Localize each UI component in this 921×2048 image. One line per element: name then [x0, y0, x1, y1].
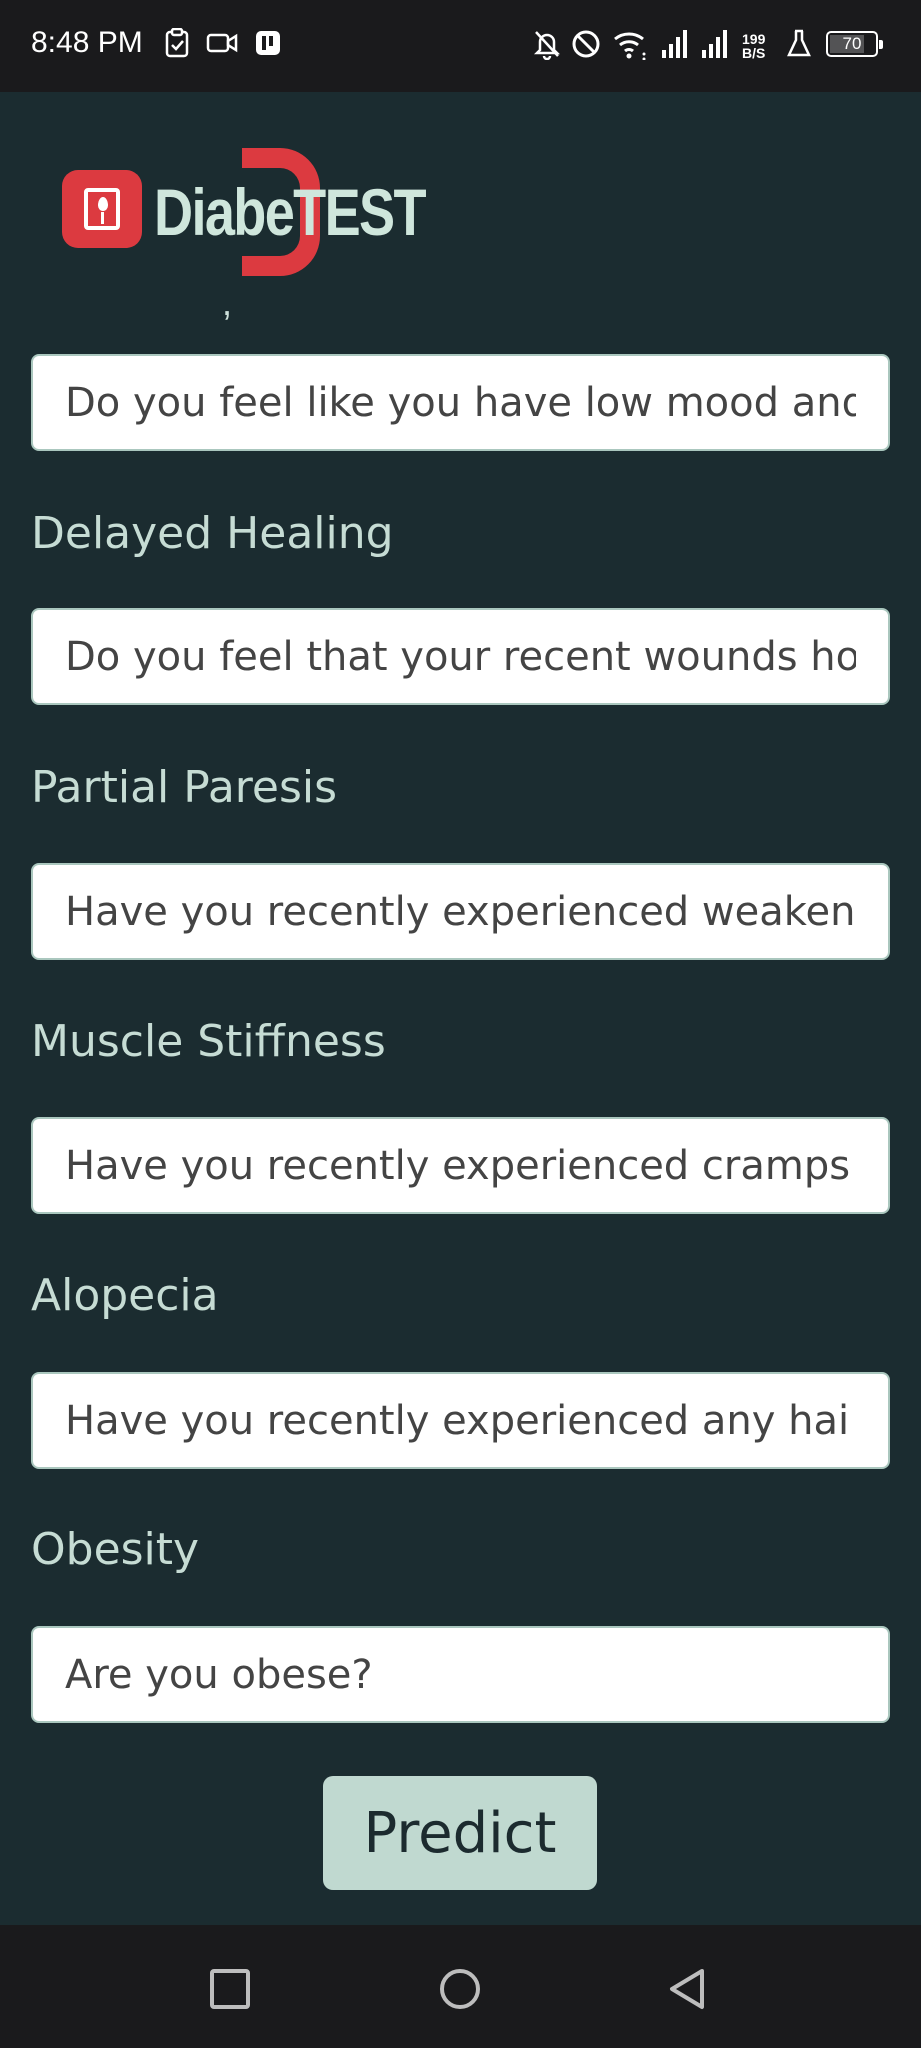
recents-square-icon[interactable]: [208, 1967, 252, 2011]
status-time: 8:48 PM: [31, 26, 143, 59]
net-speed: 199 B/S: [742, 32, 765, 60]
blood-drop-icon: [62, 170, 142, 248]
status-bar: 8:48 PM 199 B/S 70: [0, 0, 921, 92]
low-mood-field[interactable]: [65, 379, 856, 426]
delayed-healing-field[interactable]: [65, 633, 856, 680]
battery-level: 70: [842, 34, 862, 53]
field-label-obesity: Obesity: [31, 1524, 200, 1575]
low-mood-input[interactable]: [31, 354, 890, 451]
cut-off-label-fragment: ,: [222, 282, 233, 323]
muscle-stiffness-input[interactable]: [31, 1117, 890, 1214]
logo-drop: [98, 197, 108, 211]
back-triangle-icon[interactable]: [666, 1967, 710, 2011]
predict-button[interactable]: Predict: [323, 1776, 597, 1890]
app-logo: DiabeTEST: [62, 148, 427, 278]
wifi-icon: [612, 28, 648, 64]
partial-paresis-field[interactable]: [65, 888, 856, 935]
field-label-muscle-stiffness: Muscle Stiffness: [31, 1016, 386, 1067]
muscle-stiffness-field[interactable]: [65, 1142, 856, 1189]
logo-line: [101, 212, 104, 224]
alopecia-field[interactable]: [65, 1397, 856, 1444]
obesity-input[interactable]: [31, 1626, 890, 1723]
battery-icon: 70: [826, 31, 883, 57]
navigation-bar: [0, 1925, 921, 2048]
do-not-disturb-icon: [570, 28, 602, 64]
notifications-off-icon: [532, 28, 562, 64]
obesity-field[interactable]: [65, 1651, 856, 1698]
screen: 8:48 PM 199 B/S 70 DiabeTEST , Do you fe…: [0, 0, 921, 2048]
alopecia-input[interactable]: [31, 1372, 890, 1469]
net-speed-unit: B/S: [742, 45, 766, 61]
field-label-partial-paresis: Partial Paresis: [31, 762, 338, 813]
battery-tip: [879, 40, 883, 49]
field-label-delayed-healing: Delayed Healing: [31, 508, 394, 559]
lab-flask-icon: [786, 28, 812, 64]
signal-icon: [660, 28, 690, 64]
logo-text: DiabeTEST: [154, 175, 427, 249]
video-camera-icon: [206, 28, 238, 62]
net-speed-value: 199: [742, 31, 766, 47]
delayed-healing-input[interactable]: [31, 608, 890, 705]
signal-icon: [700, 28, 730, 64]
clipboard-icon: [164, 27, 190, 62]
home-circle-icon[interactable]: [438, 1967, 482, 2011]
app-icon: [254, 28, 282, 62]
partial-paresis-input[interactable]: [31, 863, 890, 960]
field-label-alopecia: Alopecia: [31, 1270, 219, 1321]
